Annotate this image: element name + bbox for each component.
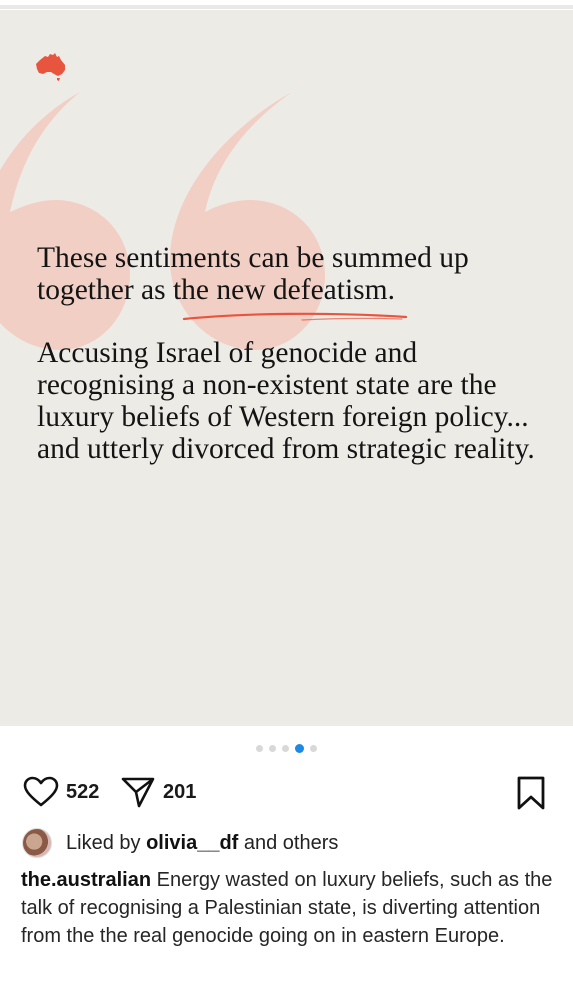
quote-line-1: These sentiments can be summed up xyxy=(37,242,469,274)
carousel-dot-active[interactable] xyxy=(295,744,304,753)
post-caption: the.australian Energy wasted on luxury b… xyxy=(21,866,556,950)
highlight-underline xyxy=(182,312,408,321)
caption-username[interactable]: the.australian xyxy=(21,869,151,891)
share-icon[interactable] xyxy=(120,774,156,810)
carousel-dot[interactable] xyxy=(269,745,276,752)
carousel-dot[interactable] xyxy=(256,745,263,752)
post-image-card[interactable]: These sentiments can be summed up togeth… xyxy=(0,10,573,726)
top-bar xyxy=(0,0,573,10)
quote-line-2-prefix: together as xyxy=(37,274,173,306)
divider xyxy=(0,5,573,9)
liked-by-text: Liked by olivia__df and others xyxy=(66,832,338,855)
bookmark-icon[interactable] xyxy=(515,775,547,811)
carousel-indicator xyxy=(0,743,573,755)
australia-map-icon xyxy=(36,53,65,81)
quote-paragraph-2: Accusing Israel of genocide and recognis… xyxy=(37,337,535,465)
liked-by-row[interactable]: Liked by olivia__df and others xyxy=(22,828,338,858)
action-bar: 522 201 xyxy=(0,772,573,812)
carousel-dot[interactable] xyxy=(282,745,289,752)
quote-text: These sentiments can be summed up togeth… xyxy=(37,242,547,465)
quote-highlight: the new defeatism. xyxy=(172,274,395,306)
avatar[interactable] xyxy=(22,828,52,858)
carousel-dot[interactable] xyxy=(310,745,317,752)
share-count[interactable]: 201 xyxy=(163,781,196,804)
liked-by-prefix: Liked by xyxy=(66,831,147,854)
liked-by-user[interactable]: olivia__df xyxy=(146,832,238,854)
quote-paragraph-1: These sentiments can be summed up togeth… xyxy=(37,242,547,306)
heart-icon[interactable] xyxy=(23,776,59,808)
like-count[interactable]: 522 xyxy=(66,781,99,804)
liked-by-suffix[interactable]: and others xyxy=(238,832,339,854)
